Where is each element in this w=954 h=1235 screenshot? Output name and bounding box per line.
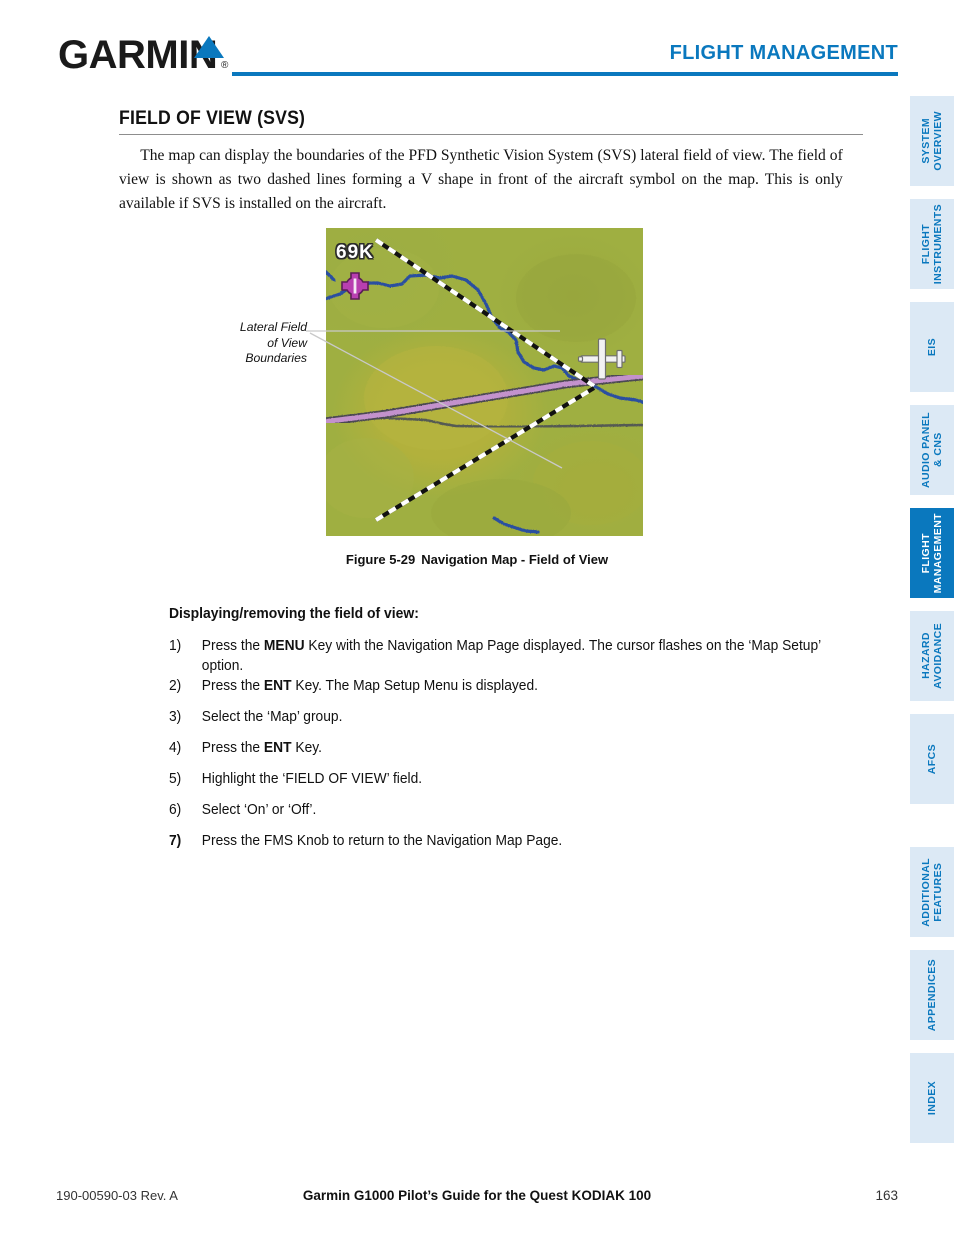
sidebar-tab-label: SYSTEM OVERVIEW bbox=[920, 111, 944, 171]
sidebar-tab-appendices[interactable]: APPENDICES bbox=[910, 950, 954, 1040]
step-text: Press the ENT Key. bbox=[201, 740, 322, 756]
figure-navigation-map: 69K bbox=[326, 228, 643, 536]
footer-title: Garmin G1000 Pilot’s Guide for the Quest… bbox=[302, 1188, 652, 1203]
garmin-triangle-icon bbox=[194, 36, 224, 58]
sidebar-tab-flight-instruments[interactable]: FLIGHT INSTRUMENTS bbox=[910, 199, 954, 289]
callout-label-field-of-view: Lateral Field of View Boundaries bbox=[222, 320, 307, 367]
step-text: Press the FMS Knob to return to the Navi… bbox=[201, 833, 563, 849]
sidebar-tab-index[interactable]: INDEX bbox=[910, 1053, 954, 1143]
procedure-step: 5) Highlight the ‘FIELD OF VIEW’ field. bbox=[169, 769, 845, 800]
sidebar-tab-audio-panel-cns[interactable]: AUDIO PANEL & CNS bbox=[910, 405, 954, 495]
procedure-heading: Displaying/removing the field of view: bbox=[169, 606, 419, 622]
airport-identifier-label: 69K bbox=[336, 242, 374, 263]
section-divider bbox=[119, 134, 863, 135]
sidebar-tab-label: AFCS bbox=[926, 743, 938, 775]
step-number: 3) bbox=[169, 709, 182, 725]
sidebar-tab-label: FLIGHT MANAGEMENT bbox=[920, 512, 944, 594]
sidebar-tab-label: INDEX bbox=[926, 1080, 938, 1116]
callout-line-3: Boundaries bbox=[245, 351, 307, 365]
procedure-step: 2) Press the ENT Key. The Map Setup Menu … bbox=[169, 676, 845, 707]
procedure-step-list: 1) Press the MENU Key with the Navigation… bbox=[169, 636, 869, 862]
step-text: Select ‘On’ or ‘Off’. bbox=[201, 802, 317, 818]
sidebar-tab-additional-features[interactable]: ADDITIONAL FEATURES bbox=[910, 847, 954, 937]
sidebar-tab-hazard-avoidance[interactable]: HAZARD AVOIDANCE bbox=[910, 611, 954, 701]
step-number: 6) bbox=[169, 802, 182, 818]
procedure-step: 4) Press the ENT Key. bbox=[169, 738, 845, 769]
map-canvas bbox=[326, 228, 643, 536]
sidebar-tab-eis[interactable]: EIS bbox=[910, 302, 954, 392]
step-number: 5) bbox=[169, 771, 182, 787]
sidebar-tab-label: HAZARD AVOIDANCE bbox=[920, 623, 944, 689]
sidebar-tab-system-overview[interactable]: SYSTEM OVERVIEW bbox=[910, 96, 954, 186]
sidebar-tab-flight-management[interactable]: FLIGHT MANAGEMENT bbox=[910, 508, 954, 598]
procedure-step: 3) Select the ‘Map’ group. bbox=[169, 707, 845, 738]
figure-caption: Figure 5-29 Navigation Map - Field of Vie… bbox=[0, 552, 954, 567]
aircraft-symbol bbox=[577, 338, 626, 380]
procedure-step: 7) Press the FMS Knob to return to the Na… bbox=[169, 831, 845, 862]
sidebar-tab-afcs[interactable]: AFCS bbox=[910, 714, 954, 804]
chapter-tab-rail: SYSTEM OVERVIEW FLIGHT INSTRUMENTS EIS AUDI… bbox=[900, 0, 954, 1235]
sidebar-tab-label: FLIGHT INSTRUMENTS bbox=[920, 203, 944, 285]
sidebar-tab-label: EIS bbox=[926, 337, 938, 357]
procedure-step: 6) Select ‘On’ or ‘Off’. bbox=[169, 800, 845, 831]
terrain-shading bbox=[326, 248, 643, 536]
figure-number: Figure 5-29 bbox=[345, 552, 416, 567]
step-text: Press the ENT Key. The Map Setup Menu is… bbox=[201, 678, 538, 694]
sidebar-tab-label: ADDITIONAL FEATURES bbox=[920, 857, 944, 927]
step-text: Press the MENU Key with the Navigation M… bbox=[201, 638, 821, 674]
step-text: Highlight the ‘FIELD OF VIEW’ field. bbox=[201, 771, 423, 787]
step-number: 4) bbox=[169, 740, 182, 756]
sidebar-tab-label: APPENDICES bbox=[926, 958, 938, 1032]
page-title: FIELD OF VIEW (SVS) bbox=[119, 108, 306, 129]
step-number: 7) bbox=[169, 833, 182, 849]
map-vector-layer bbox=[326, 238, 643, 536]
section-paragraph: The map can display the boundaries of th… bbox=[119, 147, 843, 212]
procedure-step: 1) Press the MENU Key with the Navigation… bbox=[169, 636, 845, 676]
figure-title: Navigation Map - Field of View bbox=[421, 552, 609, 567]
header-rule bbox=[232, 72, 898, 76]
sidebar-tab-label: AUDIO PANEL & CNS bbox=[920, 412, 944, 488]
step-number: 2) bbox=[169, 678, 182, 694]
garmin-logo: GARMIN ® bbox=[58, 30, 233, 80]
step-number: 1) bbox=[169, 638, 182, 654]
callout-line-1: Lateral Field bbox=[239, 320, 307, 334]
chapter-header-title: FLIGHT MANAGEMENT bbox=[669, 42, 898, 64]
document-page: GARMIN ® FLIGHT MANAGEMENT FIELD OF VIEW… bbox=[0, 0, 954, 1235]
registered-mark: ® bbox=[221, 60, 229, 71]
step-text: Select the ‘Map’ group. bbox=[201, 709, 343, 725]
callout-line-2: of View bbox=[267, 335, 307, 350]
page-number: 163 bbox=[875, 1188, 898, 1203]
